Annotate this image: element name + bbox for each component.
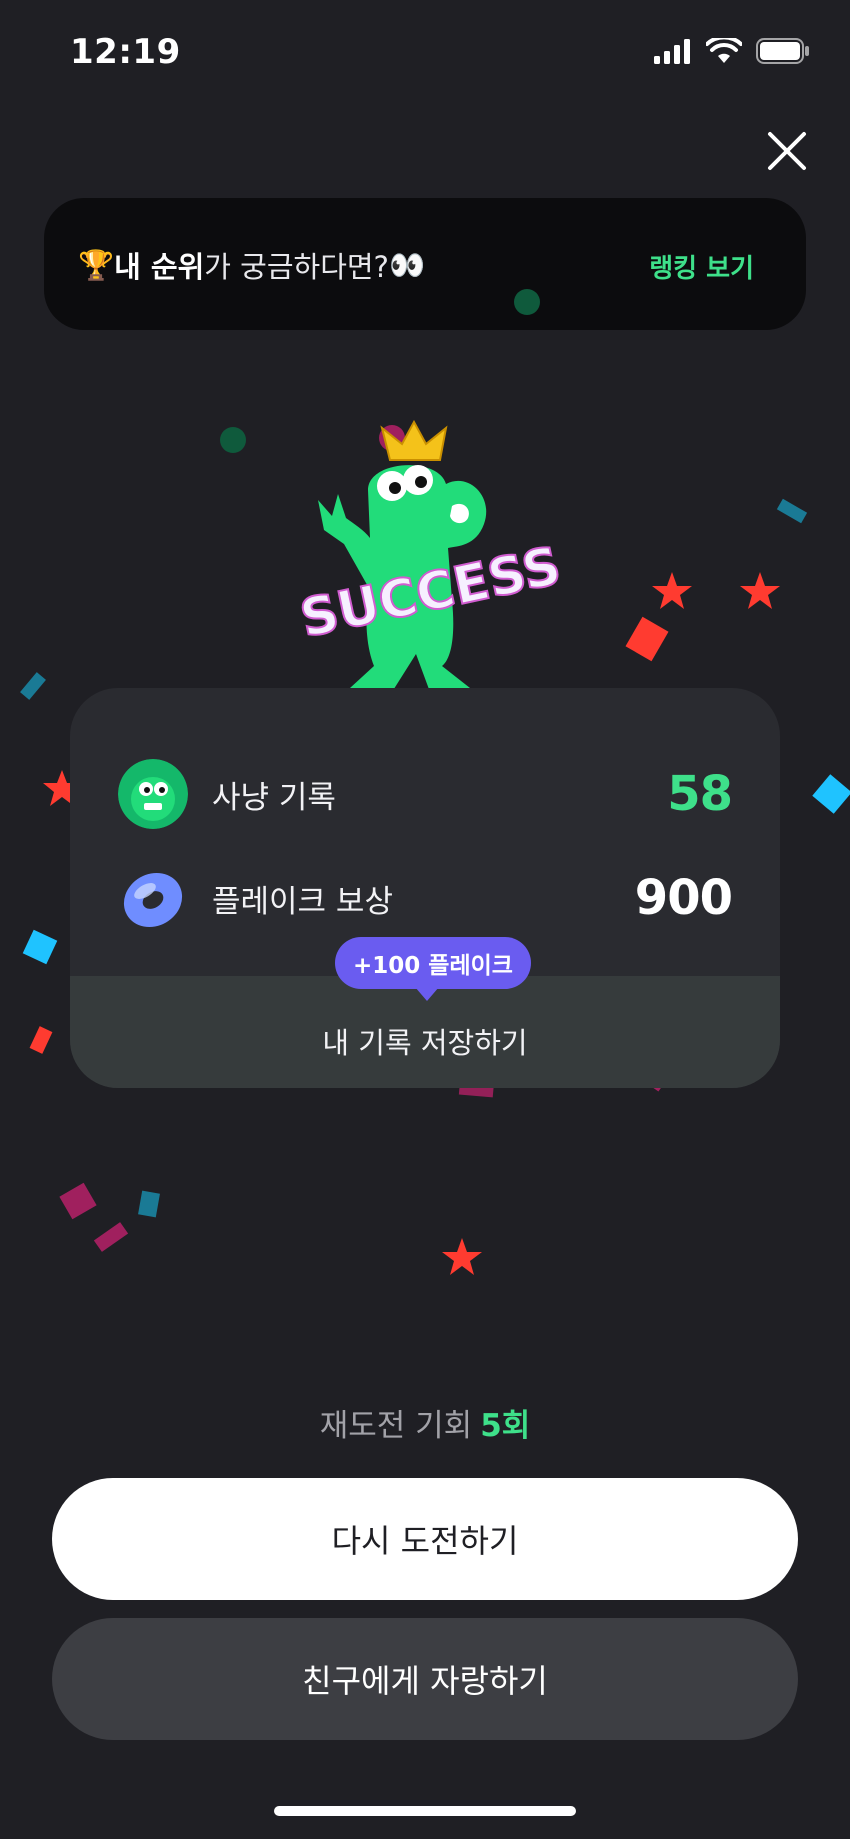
retry-chances-count: 5회 (480, 1408, 531, 1444)
retry-button[interactable]: 다시 도전하기 (52, 1478, 798, 1600)
status-time: 12:19 (70, 32, 181, 72)
close-icon (768, 132, 806, 170)
save-record-label: 내 기록 저장하기 (322, 1026, 528, 1060)
flake-bonus-tooltip: +100 플레이크 (335, 937, 531, 989)
signal-icon (654, 39, 690, 64)
monster-avatar-icon (118, 759, 188, 829)
rank-banner[interactable]: 🏆 내 순위 가 궁금하다면? 👀 랭킹 보기 (44, 198, 806, 330)
retry-chances-label: 재도전 기회 (319, 1408, 473, 1444)
share-with-friends-button[interactable]: 친구에게 자랑하기 (52, 1618, 798, 1740)
tooltip-arrow (415, 987, 439, 1001)
hunting-record-value: 58 (667, 766, 733, 822)
record-card: 사냥 기록 58 플레이크 보상 900 내 기록 저장하기 (70, 688, 780, 1088)
success-mascot-illustration: SUCCESS (294, 420, 567, 710)
donut-icon (123, 872, 183, 928)
ranking-view-link[interactable]: 랭킹 보기 (649, 248, 754, 285)
hunting-record-row: 사냥 기록 58 (118, 754, 733, 834)
wifi-icon (706, 38, 742, 63)
close-button[interactable] (764, 128, 810, 174)
battery-icon (756, 38, 809, 64)
flake-reward-label: 플레이크 보상 (212, 883, 393, 920)
home-indicator[interactable] (274, 1806, 576, 1816)
eyes-emoji: 👀 (388, 247, 426, 282)
flake-reward-row: 플레이크 보상 900 (118, 858, 733, 938)
status-bar: 12:19 (0, 0, 850, 110)
flake-reward-value: 900 (634, 870, 733, 926)
hunting-record-label: 사냥 기록 (212, 779, 336, 816)
retry-chances-info: 재도전 기회 5회 (0, 1400, 850, 1445)
rank-banner-bold: 내 순위 (114, 250, 205, 284)
trophy-emoji: 🏆 (78, 247, 115, 282)
rank-banner-body: 가 궁금하다면? (204, 250, 389, 284)
status-icons (654, 38, 810, 64)
rank-banner-text: 🏆 내 순위 가 궁금하다면? 👀 (78, 244, 425, 286)
